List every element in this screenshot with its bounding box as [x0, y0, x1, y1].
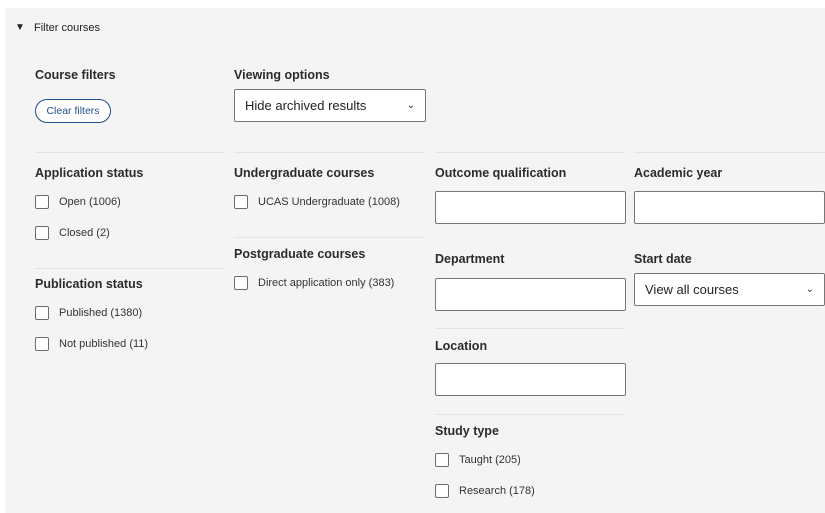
postgraduate-courses-heading: Postgraduate courses	[234, 247, 366, 261]
academic-year-heading: Academic year	[634, 166, 723, 180]
divider	[234, 152, 424, 153]
option-label: Open (1006)	[59, 196, 121, 208]
option-label: Direct application only (383)	[258, 277, 395, 289]
filter-panel: ▼ Filter courses Course filters Clear fi…	[5, 8, 825, 513]
department-heading: Department	[435, 252, 505, 266]
divider	[435, 328, 625, 329]
outcome-qualification-input[interactable]	[435, 191, 626, 224]
checkbox[interactable]	[35, 306, 49, 320]
undergraduate-courses-heading: Undergraduate courses	[234, 166, 375, 180]
option-label: Research (178)	[459, 485, 535, 497]
checkbox[interactable]	[435, 484, 449, 498]
location-input[interactable]	[435, 363, 626, 396]
chevron-down-icon: ⌄	[406, 100, 415, 111]
checkbox[interactable]	[234, 276, 248, 290]
divider	[35, 268, 225, 269]
viewing-options-heading: Viewing options	[234, 68, 330, 82]
checkbox-option-taught[interactable]: Taught (205)	[435, 453, 521, 467]
checkbox-option-closed[interactable]: Closed (2)	[35, 226, 110, 240]
checkbox-option-not-published[interactable]: Not published (11)	[35, 337, 148, 351]
divider	[35, 152, 225, 153]
divider	[435, 152, 625, 153]
department-input[interactable]	[435, 278, 626, 311]
viewing-options-value: Hide archived results	[245, 98, 367, 113]
checkbox[interactable]	[35, 195, 49, 209]
option-label: Closed (2)	[59, 227, 110, 239]
divider	[634, 152, 825, 153]
outcome-qualification-heading: Outcome qualification	[435, 166, 567, 180]
checkbox[interactable]	[435, 453, 449, 467]
checkbox-option-open[interactable]: Open (1006)	[35, 195, 121, 209]
study-type-heading: Study type	[435, 424, 499, 438]
collapse-toggle-icon[interactable]: ▼	[15, 22, 25, 33]
option-label: Published (1380)	[59, 307, 143, 319]
start-date-value: View all courses	[645, 282, 739, 297]
checkbox-option-direct-application[interactable]: Direct application only (383)	[234, 276, 394, 290]
publication-status-heading: Publication status	[35, 277, 143, 291]
option-label: UCAS Undergraduate (1008)	[258, 196, 400, 208]
filter-courses-title[interactable]: Filter courses	[34, 22, 100, 34]
checkbox[interactable]	[35, 226, 49, 240]
checkbox-option-published[interactable]: Published (1380)	[35, 306, 142, 320]
divider	[234, 237, 424, 238]
checkbox-option-research[interactable]: Research (178)	[435, 484, 535, 498]
chevron-down-icon: ⌄	[805, 284, 814, 295]
clear-filters-button[interactable]: Clear filters	[35, 99, 111, 123]
academic-year-input[interactable]	[634, 191, 825, 224]
location-heading: Location	[435, 339, 488, 353]
application-status-heading: Application status	[35, 166, 144, 180]
checkbox[interactable]	[35, 337, 49, 351]
option-label: Taught (205)	[459, 454, 521, 466]
option-label: Not published (11)	[59, 338, 149, 350]
checkbox[interactable]	[234, 195, 248, 209]
start-date-heading: Start date	[634, 252, 692, 266]
viewing-options-select[interactable]: Hide archived results ⌄	[234, 89, 426, 122]
start-date-select[interactable]: View all courses ⌄	[634, 273, 825, 306]
checkbox-option-ucas-undergraduate[interactable]: UCAS Undergraduate (1008)	[234, 195, 400, 209]
course-filters-heading: Course filters	[35, 68, 116, 82]
divider	[435, 414, 625, 415]
